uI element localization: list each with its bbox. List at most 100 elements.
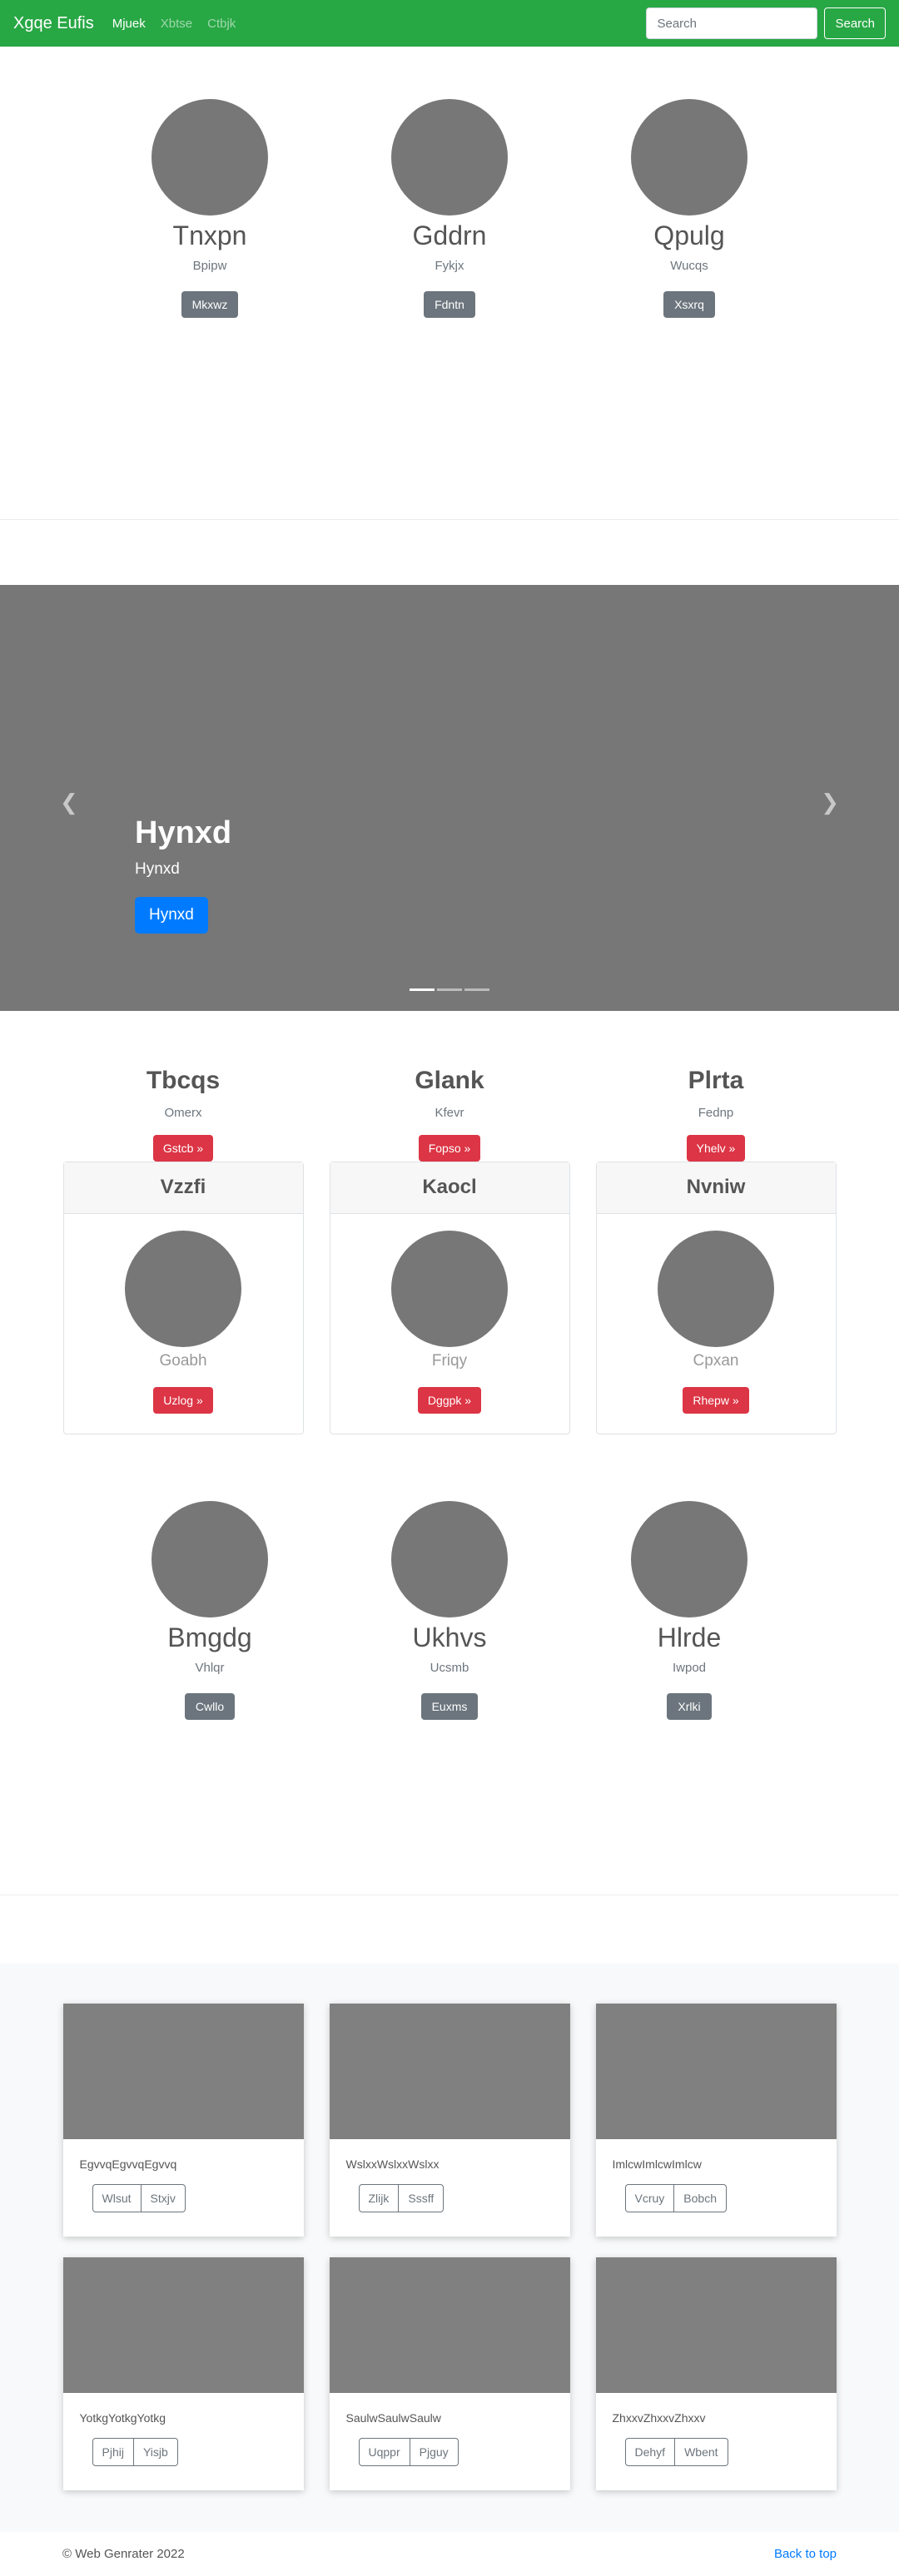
chevron-right-icon[interactable]: ❯ (821, 790, 839, 815)
header-cards: Vzzfi Goabh Uzlog » Kaocl Friqy Dggpk » … (0, 1162, 899, 1434)
navbar-brand[interactable]: Xgqe Eufis (13, 14, 94, 33)
card-button[interactable]: Stxjv (141, 2184, 186, 2212)
card-thumbnail (595, 2004, 837, 2139)
marketing-subtitle: Vhlqr (195, 1661, 225, 1675)
card-button[interactable]: Pjguy (410, 2438, 459, 2466)
marketing-title: Qpulg (653, 220, 725, 250)
card-text: YotkgYotkgYotkg (79, 2411, 166, 2425)
album-card: EgvvqEgvvqEgvvq Wlsut Stxjv (62, 2004, 304, 2237)
marketing-title: Tnxpn (172, 220, 247, 250)
text-col: Glank Kfevr Fopso » (316, 1066, 583, 1162)
marketing-title: Ukhvs (412, 1622, 487, 1652)
card-button-group: Dehyf Wbent (624, 2438, 728, 2466)
nav-link-1[interactable]: Mjuek (112, 17, 146, 31)
text-col-button[interactable]: Gstcb » (152, 1135, 214, 1162)
marketing-subtitle: Ucsmb (430, 1661, 469, 1675)
card-thumbnail (62, 2004, 304, 2139)
card-thumbnail (329, 2257, 570, 2393)
carousel: ❮ ❯ Hynxd Hynxd Hynxd (0, 585, 899, 1011)
album-grid: EgvvqEgvvqEgvvq Wlsut Stxjv WslxxWslxxWs… (0, 2004, 899, 2490)
back-to-top-link[interactable]: Back to top (774, 2547, 837, 2561)
carousel-caption: Hynxd Hynxd Hynxd (135, 814, 231, 934)
marketing-title: Bmgdg (167, 1622, 252, 1652)
marketing-top: Tnxpn Bpipw Mkxwz Gddrn Fykjx Fdntn Qpul… (0, 47, 899, 519)
header-card: Nvniw Cpxan Rhepw » (595, 1162, 837, 1434)
card-button-group: Vcruy Bobch (624, 2184, 727, 2212)
carousel-indicator[interactable] (410, 988, 435, 991)
card-button-group: Pjhij Yisjb (92, 2438, 178, 2466)
nav-link-2[interactable]: Xbtse (161, 17, 192, 31)
card-header: Kaocl (330, 1162, 569, 1214)
marketing-button[interactable]: Mkxwz (181, 291, 239, 318)
marketing-button[interactable]: Cwllo (184, 1693, 236, 1720)
card-button[interactable]: Zlijk (358, 2184, 400, 2212)
placeholder-image (658, 1231, 774, 1347)
marketing-col: Qpulg Wucqs Xsxrq (569, 99, 809, 519)
text-col-button[interactable]: Fopso » (418, 1135, 481, 1162)
marketing-button[interactable]: Fdntn (424, 291, 475, 318)
card-name: Cpxan (693, 1352, 739, 1370)
search-button[interactable]: Search (824, 7, 886, 39)
card-button[interactable]: Uzlog » (153, 1387, 213, 1414)
card-text: ZhxxvZhxxvZhxxv (612, 2411, 706, 2425)
album-card: WslxxWslxxWslxx Zlijk Sssff (329, 2004, 570, 2237)
marketing-bottom: Bmgdg Vhlqr Cwllo Ukhvs Ucsmb Euxms Hlrd… (0, 1434, 899, 1895)
card-name: Goabh (159, 1352, 207, 1370)
album-card: ImlcwImlcwImlcw Vcruy Bobch (595, 2004, 837, 2237)
card-button[interactable]: Wbent (675, 2438, 728, 2466)
card-button[interactable]: Vcruy (624, 2184, 675, 2212)
album-card: YotkgYotkgYotkg Pjhij Yisjb (62, 2257, 304, 2490)
card-button[interactable]: Uqppr (358, 2438, 410, 2466)
marketing-subtitle: Iwpod (672, 1661, 707, 1675)
card-button[interactable]: Sssff (399, 2184, 445, 2212)
navbar: Xgqe Eufis Mjuek Xbtse Ctbjk Search (0, 0, 899, 47)
marketing-col: Bmgdg Vhlqr Cwllo (90, 1501, 330, 1895)
carousel-text: Hynxd (135, 860, 180, 878)
text-col: Plrta Fednp Yhelv » (583, 1066, 849, 1162)
card-button-group: Wlsut Stxjv (92, 2184, 186, 2212)
carousel-indicator[interactable] (437, 988, 462, 991)
placeholder-image (631, 99, 748, 215)
placeholder-image (631, 1501, 748, 1617)
marketing-subtitle: Bpipw (192, 259, 227, 273)
carousel-button[interactable]: Hynxd (135, 897, 208, 934)
card-thumbnail (595, 2257, 837, 2393)
card-button[interactable]: Pjhij (92, 2438, 134, 2466)
marketing-subtitle: Fykjx (435, 259, 464, 273)
carousel-indicator[interactable] (464, 988, 489, 991)
card-header: Vzzfi (63, 1162, 303, 1214)
album-card: SaulwSaulwSaulw Uqppr Pjguy (329, 2257, 570, 2490)
text-col-button[interactable]: Yhelv » (686, 1135, 746, 1162)
carousel-indicators (0, 988, 899, 991)
card-button[interactable]: Dggpk » (417, 1387, 482, 1414)
placeholder-image (125, 1231, 241, 1347)
placeholder-image (391, 1231, 508, 1347)
header-card: Vzzfi Goabh Uzlog » (62, 1162, 304, 1434)
card-button[interactable]: Rhepw » (683, 1387, 749, 1414)
marketing-button[interactable]: Xrlki (667, 1693, 712, 1720)
text-col-subtitle: Fednp (698, 1106, 734, 1120)
card-button[interactable]: Bobch (674, 2184, 727, 2212)
card-button-group: Uqppr Pjguy (358, 2438, 459, 2466)
placeholder-image (391, 1501, 508, 1617)
text-col-title: Tbcqs (146, 1067, 221, 1094)
card-button[interactable]: Yisjb (133, 2438, 178, 2466)
marketing-title: Gddrn (412, 220, 487, 250)
card-button[interactable]: Wlsut (92, 2184, 142, 2212)
search-input[interactable] (646, 7, 818, 39)
card-text: EgvvqEgvvqEgvvq (79, 2157, 177, 2171)
marketing-button[interactable]: Xsxrq (663, 291, 715, 318)
marketing-button[interactable]: Euxms (420, 1693, 479, 1720)
footer-copyright: © Web Genrater 2022 (62, 2547, 185, 2561)
text-col-title: Plrta (688, 1067, 744, 1094)
card-name: Friqy (431, 1352, 468, 1370)
card-button[interactable]: Dehyf (624, 2438, 676, 2466)
chevron-left-icon[interactable]: ❮ (60, 790, 78, 815)
nav-link-3[interactable]: Ctbjk (207, 17, 236, 31)
placeholder-image (151, 1501, 268, 1617)
card-button-group: Zlijk Sssff (358, 2184, 445, 2212)
card-text: SaulwSaulwSaulw (345, 2411, 441, 2425)
header-card: Kaocl Friqy Dggpk » (329, 1162, 570, 1434)
marketing-col: Hlrde Iwpod Xrlki (569, 1501, 809, 1895)
text-col-subtitle: Kfevr (435, 1106, 464, 1120)
